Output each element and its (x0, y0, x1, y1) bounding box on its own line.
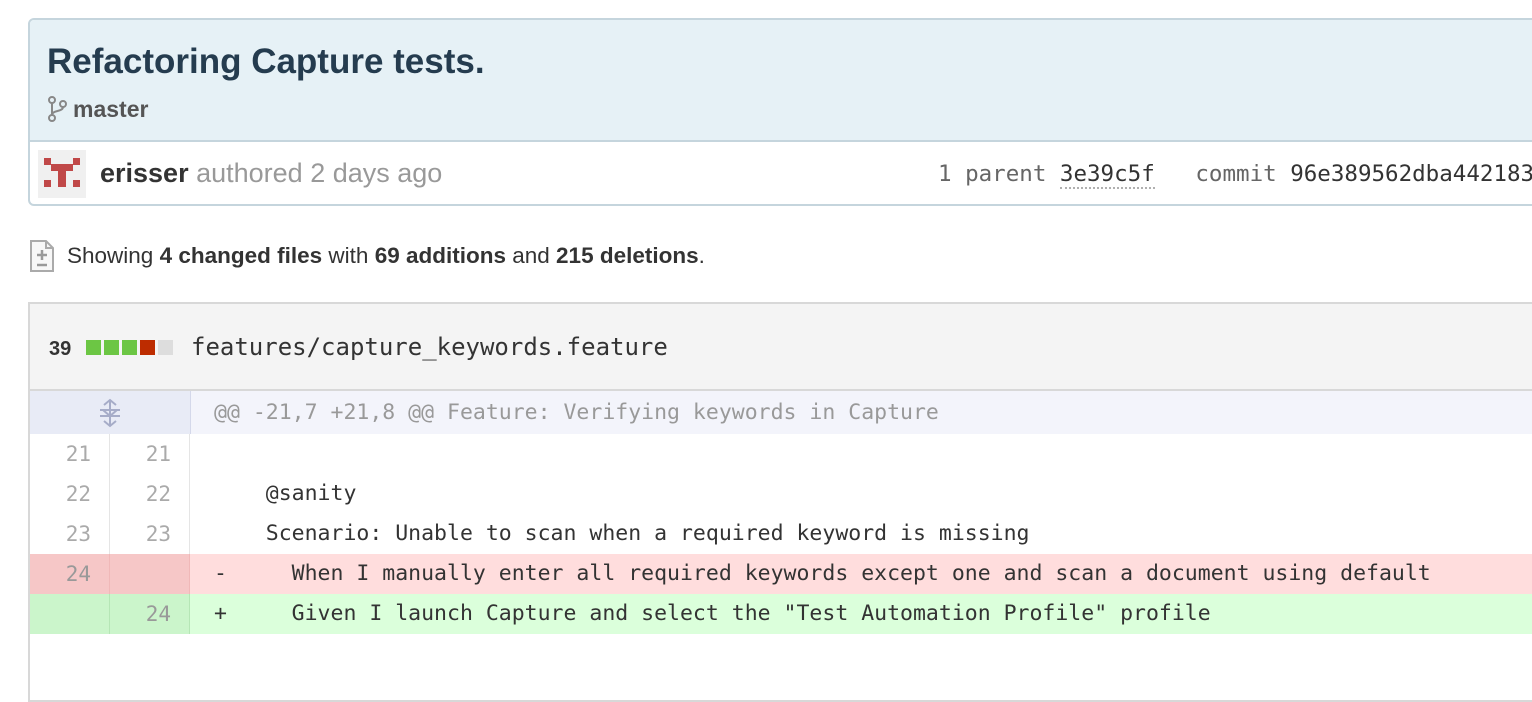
parent-label: 1 parent (938, 161, 1047, 187)
diff-change-count: 39 (49, 338, 72, 360)
diffstat-bar (86, 340, 176, 355)
old-line-number[interactable] (30, 594, 110, 634)
diffstat-block (140, 340, 155, 355)
diffstat-block (122, 340, 137, 355)
diff-table: @@ -21,7 +21,8 @@ Feature: Verifying key… (30, 391, 1532, 634)
old-line-number[interactable]: 23 (30, 514, 110, 554)
new-line-number[interactable]: 21 (110, 434, 190, 474)
parent-sha-link[interactable]: 3e39c5f (1059, 161, 1155, 189)
diffstat-block (158, 340, 173, 355)
author-name[interactable]: erisser (100, 158, 189, 188)
expand-button[interactable] (30, 391, 191, 434)
expand-lines-icon (100, 398, 120, 427)
new-line-number[interactable]: 22 (110, 474, 190, 514)
diff-line: 22 22 @sanity (30, 474, 1532, 514)
commit-sha: 96e389562dba442183 (1290, 161, 1532, 187)
summary-deletions: 215 deletions (556, 243, 699, 268)
diff-line-added: 24 + Given I launch Capture and select t… (30, 594, 1532, 634)
author-line: erisser authored 2 days ago (100, 158, 442, 189)
authored-time: authored 2 days ago (196, 158, 443, 188)
commit-header: Refactoring Capture tests. master erisse… (28, 18, 1532, 206)
diffstat-block (104, 340, 119, 355)
summary-changed-files[interactable]: 4 changed files (160, 243, 323, 269)
commit-sha-info: 1 parent 3e39c5f commit 96e389562dba4421… (938, 161, 1532, 189)
branch-label[interactable]: master (47, 95, 148, 123)
new-line-number[interactable]: 24 (110, 594, 190, 634)
diff-line: 23 23 Scenario: Unable to scan when a re… (30, 514, 1532, 554)
branch-name: master (73, 95, 149, 122)
file-diff: 39 features/capture_keywords.feature @@ … (28, 302, 1532, 702)
diffstat-block (86, 340, 101, 355)
hunk-header-row: @@ -21,7 +21,8 @@ Feature: Verifying key… (30, 391, 1532, 434)
diff-line-deleted: 24 - When I manually enter all required … (30, 554, 1532, 594)
diff-line: 21 21 (30, 434, 1532, 474)
file-diff-icon (30, 240, 54, 272)
summary-with: with (328, 243, 369, 268)
summary-and: and (512, 243, 550, 268)
diff-summary: Showing 4 changed files with 69 addition… (29, 238, 705, 274)
identicon-avatar[interactable] (38, 150, 86, 198)
diff-code: + Given I launch Capture and select the … (214, 601, 1211, 626)
old-line-number[interactable]: 21 (30, 434, 110, 474)
commit-label: commit (1195, 161, 1277, 187)
commit-title: Refactoring Capture tests. (47, 42, 485, 81)
old-line-number[interactable]: 24 (30, 554, 110, 594)
new-line-number[interactable]: 23 (110, 514, 190, 554)
hunk-header: @@ -21,7 +21,8 @@ Feature: Verifying key… (214, 400, 939, 425)
old-line-number[interactable]: 22 (30, 474, 110, 514)
diff-code: Scenario: Unable to scan when a required… (214, 521, 1030, 546)
file-path[interactable]: features/capture_keywords.feature (191, 333, 668, 361)
commit-title-area: Refactoring Capture tests. master (30, 20, 1532, 142)
diff-code: @sanity (214, 481, 357, 506)
summary-additions: 69 additions (374, 243, 506, 268)
summary-showing: Showing (67, 243, 154, 268)
new-line-number[interactable] (110, 554, 190, 594)
diff-code (214, 434, 240, 474)
diff-code: - When I manually enter all required key… (214, 561, 1431, 586)
branch-icon (48, 96, 67, 122)
summary-period: . (698, 243, 705, 268)
file-header: 39 features/capture_keywords.feature (30, 304, 1532, 391)
